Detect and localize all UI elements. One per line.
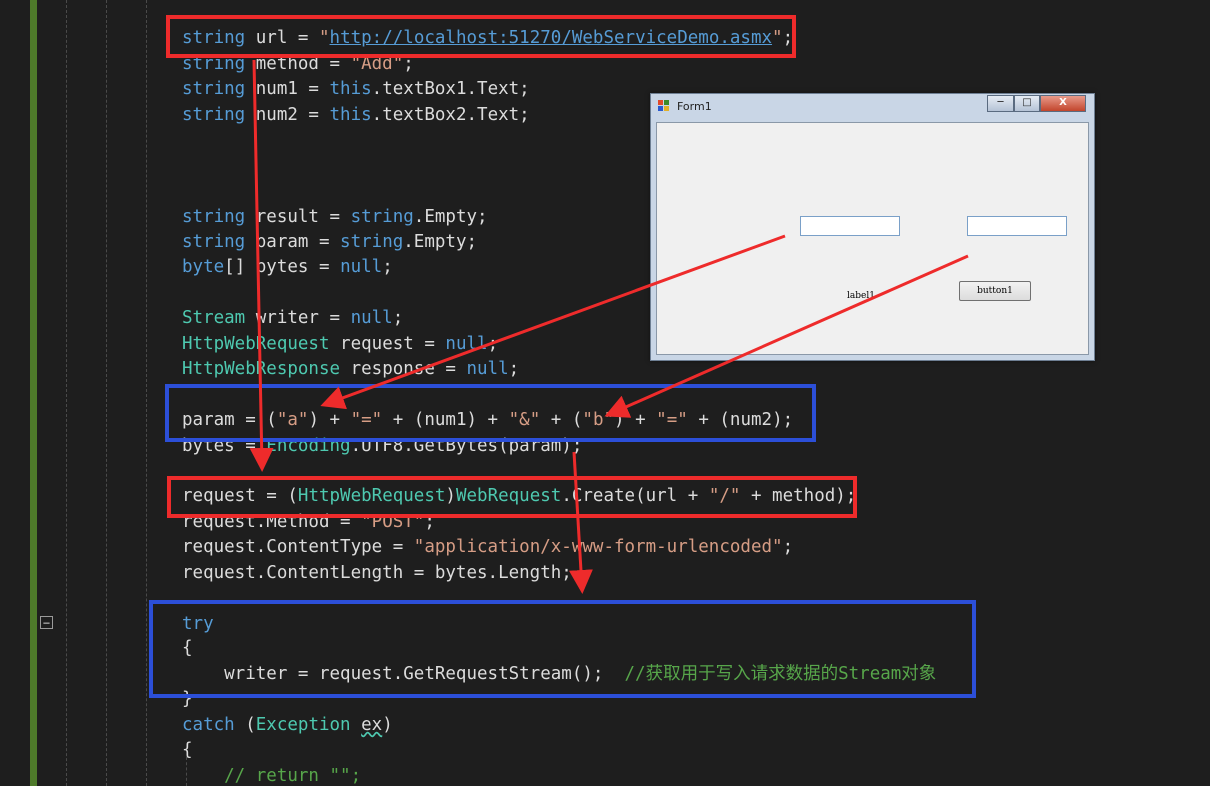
annotation-arrows <box>249 59 969 594</box>
arrow-bytes-to-try <box>568 451 593 594</box>
arrow-url-to-create <box>249 59 274 472</box>
arrow-textbox1-to-a <box>320 234 786 410</box>
